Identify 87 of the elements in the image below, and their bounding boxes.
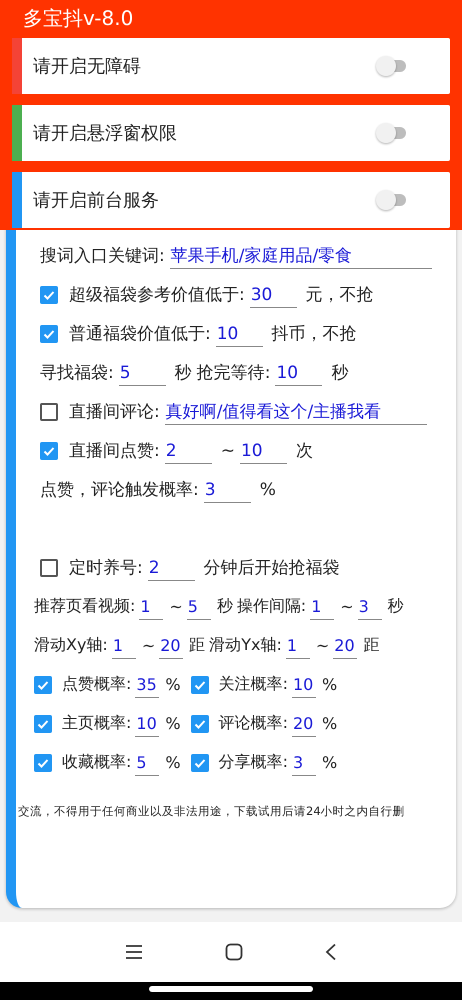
input-field[interactable]: 35 bbox=[135, 672, 160, 698]
checkbox[interactable] bbox=[34, 714, 52, 732]
input-field[interactable]: 3 bbox=[292, 750, 316, 776]
setting-label: % bbox=[165, 714, 181, 733]
input-field[interactable]: 真好啊/值得看这个/主播我看 bbox=[164, 398, 427, 424]
setting-label: ~ bbox=[340, 597, 354, 616]
input-field[interactable]: 10 bbox=[275, 360, 322, 386]
input-field[interactable]: 5 bbox=[135, 750, 160, 776]
input-field[interactable]: 1 bbox=[139, 594, 164, 620]
setting-label: 秒 bbox=[174, 362, 192, 384]
setting-label: 定时养号: bbox=[69, 557, 143, 579]
setting-label: 距 bbox=[363, 635, 380, 656]
input-field[interactable]: 10 bbox=[292, 672, 316, 698]
input-field[interactable]: 苹果手机/家庭用品/零食 bbox=[170, 242, 432, 268]
menu-icon[interactable] bbox=[125, 944, 143, 960]
setting-label: 超级福袋参考价值低于: bbox=[69, 284, 245, 306]
setting-label: 寻找福袋: bbox=[40, 362, 114, 384]
setting-label: % bbox=[260, 480, 276, 500]
checkbox[interactable] bbox=[190, 754, 209, 772]
setting-label: % bbox=[322, 714, 338, 733]
input-field[interactable]: 1 bbox=[310, 594, 334, 620]
setting-label: 次 bbox=[296, 440, 313, 462]
setting-label: 普通福袋价值低于: bbox=[69, 323, 211, 345]
setting-label: 点赞概率: bbox=[62, 674, 132, 695]
setting-label: % bbox=[165, 675, 181, 694]
setting-label: 滑动Yx轴: bbox=[209, 635, 282, 656]
setting-label: 主页概率: bbox=[62, 713, 132, 734]
input-field[interactable]: 20 bbox=[333, 632, 358, 658]
checkbox[interactable] bbox=[40, 286, 58, 304]
checkbox[interactable] bbox=[40, 402, 58, 420]
setting-label: 秒 bbox=[388, 596, 404, 617]
checkbox[interactable] bbox=[40, 324, 58, 342]
input-field[interactable]: 2 bbox=[164, 438, 212, 464]
setting-label: ~ bbox=[169, 597, 183, 616]
setting-label: 直播间点赞: bbox=[69, 440, 160, 462]
setting-label: % bbox=[165, 753, 181, 772]
input-field[interactable]: 3 bbox=[204, 476, 251, 502]
setting-label: ~ bbox=[142, 636, 156, 655]
permission-label: 请开启前台服务 bbox=[32, 189, 160, 212]
checkbox[interactable] bbox=[190, 676, 209, 694]
back-chevron-icon[interactable] bbox=[325, 943, 337, 961]
input-field[interactable]: 5 bbox=[186, 594, 211, 620]
setting-label: 搜词入口关键词: bbox=[40, 245, 165, 267]
setting-label: 距 bbox=[189, 635, 206, 656]
input-field[interactable]: 2 bbox=[148, 554, 195, 580]
input-field[interactable]: 20 bbox=[159, 632, 184, 658]
input-field[interactable]: 10 bbox=[135, 710, 160, 736]
permission-label: 请开启无障碍 bbox=[32, 55, 142, 78]
toggle-switch[interactable] bbox=[376, 190, 406, 210]
setting-label: 推荐页看视频: bbox=[34, 596, 136, 617]
setting-label: 操作间隔: bbox=[236, 596, 306, 617]
setting-label: 点赞，评论触发概率: bbox=[40, 479, 199, 501]
input-field[interactable]: 3 bbox=[358, 594, 382, 620]
setting-label: 收藏概率: bbox=[62, 752, 132, 773]
setting-label: 直播间评论: bbox=[69, 401, 160, 423]
input-field[interactable]: 1 bbox=[286, 632, 310, 658]
checkbox[interactable] bbox=[40, 442, 58, 460]
permission-label: 请开启悬浮窗权限 bbox=[32, 122, 178, 145]
checkbox[interactable] bbox=[34, 676, 52, 694]
setting-label: 滑动Xy轴: bbox=[34, 635, 108, 656]
disclaimer-text: 交流，不得用于任何商业以及非法用途，下载试用后请24小时之内自行删 bbox=[17, 804, 406, 819]
setting-label: ~ bbox=[316, 636, 330, 655]
setting-label: 抖币，不抢 bbox=[272, 323, 357, 345]
checkbox[interactable] bbox=[40, 558, 58, 576]
input-field[interactable]: 20 bbox=[292, 710, 316, 736]
setting-label: % bbox=[322, 675, 338, 694]
checkbox[interactable] bbox=[190, 714, 209, 732]
input-field[interactable]: 30 bbox=[250, 282, 297, 308]
checkbox[interactable] bbox=[34, 754, 52, 772]
input-field[interactable]: 5 bbox=[118, 360, 166, 386]
input-field[interactable]: 1 bbox=[112, 632, 136, 658]
toggle-switch[interactable] bbox=[376, 123, 406, 143]
setting-label: ~ bbox=[220, 440, 235, 460]
input-field[interactable]: 10 bbox=[240, 438, 287, 464]
setting-label: % bbox=[322, 753, 338, 772]
input-field[interactable]: 10 bbox=[216, 320, 263, 346]
setting-label: 秒 bbox=[216, 596, 233, 617]
setting-label: 关注概率: bbox=[218, 674, 288, 695]
setting-label: 分享概率: bbox=[218, 752, 288, 773]
setting-label: 抢完等待: bbox=[196, 362, 270, 384]
setting-label: 分钟后开始抢福袋 bbox=[204, 557, 340, 579]
square-icon[interactable] bbox=[225, 943, 243, 961]
setting-label: 秒 bbox=[331, 362, 348, 384]
setting-label: 元，不抢 bbox=[306, 284, 374, 306]
setting-label: 评论概率: bbox=[218, 713, 288, 734]
app-title: 多宝抖v-8.0 bbox=[22, 5, 134, 32]
toggle-switch[interactable] bbox=[376, 56, 406, 76]
